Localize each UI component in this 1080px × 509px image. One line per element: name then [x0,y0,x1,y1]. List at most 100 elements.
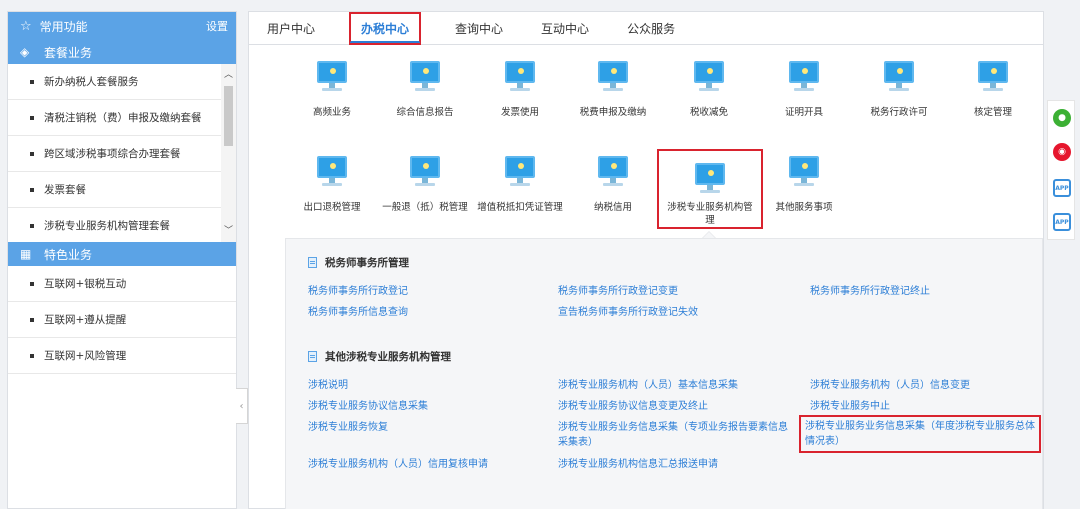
service-other[interactable]: 其他服务事项 [758,140,850,230]
service-export-refund[interactable]: 出口退税管理 [286,140,378,230]
service-label: 出口退税管理 [303,202,361,213]
service-assessment[interactable]: 核定管理 [947,45,1039,135]
wechat-icon[interactable]: ● [1053,109,1071,127]
tab-tax-center[interactable]: 办税中心 [349,12,422,45]
link-special-report-info[interactable]: 涉税专业服务业务信息采集（专项业务报告要素信息采集表） [558,420,790,450]
section-title-text: 税务师事务所管理 [325,257,409,269]
service-tax-relief[interactable]: 税收减免 [663,45,755,135]
link-tax-explanation[interactable]: 涉税说明 [308,378,348,393]
link-credit-review[interactable]: 涉税专业服务机构（人员）信用复核申请 [308,457,488,472]
tab-interaction-center[interactable]: 互动中心 [537,18,593,39]
left-sidebar: ☆ 常用功能 设置 ◈ 套餐业务 新办纳税人套餐服务 清税注销税（费）申报及缴纳… [7,11,237,509]
sidebar-item-cross-region[interactable]: 跨区域涉税事项综合办理套餐 [8,136,223,172]
sidebar-item-label: 跨区域涉税事项综合办理套餐 [44,148,181,160]
app-icon[interactable]: APP [1053,179,1071,197]
tab-public-service[interactable]: 公众服务 [623,18,679,39]
link-firm-registration[interactable]: 税务师事务所行政登记 [308,284,408,299]
service-admin-license[interactable]: 税务行政许可 [853,45,945,135]
bullet [30,223,34,228]
floating-toolbar: ● ◉ APP APP [1047,100,1075,240]
link-agreement-change[interactable]: 涉税专业服务协议信息变更及终止 [558,399,708,414]
chevron-down-icon[interactable]: ﹀ [221,224,236,238]
monitor-icon [408,154,442,188]
link-annual-overview-info[interactable]: 涉税专业服务业务信息采集（年度涉税专业服务总体情况表） [799,415,1041,453]
bullet [30,281,34,286]
service-certificate[interactable]: 证明开具 [758,45,850,135]
tab-user-center[interactable]: 用户中心 [263,18,319,39]
sidebar-item-deregistration[interactable]: 清税注销税（费）申报及缴纳套餐 [8,100,223,136]
sidebar-item-label: 新办纳税人套餐服务 [44,76,139,88]
chevron-up-icon[interactable]: ︿ [221,68,236,82]
service-label: 证明开具 [784,107,823,118]
service-tax-filing[interactable]: 税费申报及缴纳 [567,45,659,135]
bullet [30,353,34,358]
package-icon: ◈ [20,45,30,59]
submenu-panel: 税务师事务所管理 税务师事务所行政登记 税务师事务所行政登记变更 税务师事务所行… [285,238,1043,509]
service-vat-deduction[interactable]: 增值税抵扣凭证管理 [474,140,566,230]
service-label: 高频业务 [312,107,351,118]
link-agreement-info[interactable]: 涉税专业服务协议信息采集 [308,399,428,414]
settings-link[interactable]: 设置 [206,18,228,34]
package-scrollbar[interactable]: ︿ ﹀ [221,64,236,242]
monitor-icon [882,59,916,93]
section-title-text: 其他涉税专业服务机构管理 [325,351,451,363]
sidebar-item-risk[interactable]: 互联网+风险管理 [8,338,236,374]
link-agency-basic-info[interactable]: 涉税专业服务机构（人员）基本信息采集 [558,378,738,393]
app-icon[interactable]: APP [1053,213,1071,231]
sidebar-item-compliance[interactable]: 互联网+遵从提醒 [8,302,236,338]
package-list: 新办纳税人套餐服务 清税注销税（费）申报及缴纳套餐 跨区域涉税事项综合办理套餐 … [8,64,236,242]
monitor-icon [503,59,537,93]
service-label: 核定管理 [973,107,1012,118]
main-panel: 用户中心 办税中心 查询中心 互动中心 公众服务 高频业务 综合信息报告 发票使… [248,11,1044,509]
sidebar-item-invoice[interactable]: 发票套餐 [8,172,223,208]
service-label: 涉税专业服务机构管理 [667,202,753,226]
sidebar-item-new-taxpayer[interactable]: 新办纳税人套餐服务 [8,64,223,100]
grid-icon: ▦ [20,247,32,261]
bullet [30,187,34,192]
service-info-report[interactable]: 综合信息报告 [379,45,471,135]
section-title-cpa-firm: 税务师事务所管理 [308,255,409,270]
link-agency-info-change[interactable]: 涉税专业服务机构（人员）信息变更 [810,378,970,393]
monitor-icon [596,59,630,93]
service-high-frequency[interactable]: 高频业务 [286,45,378,135]
document-icon [308,257,317,268]
sidebar-item-label: 发票套餐 [44,184,86,196]
link-firm-registration-change[interactable]: 税务师事务所行政登记变更 [558,284,678,299]
monitor-icon [503,154,537,188]
service-label: 税务行政许可 [870,107,928,118]
sidebar-item-agency-mgmt[interactable]: 涉税专业服务机构管理套餐 [8,208,223,242]
service-agency-management[interactable]: 涉税专业服务机构管理 [657,149,763,229]
monitor-icon [315,59,349,93]
service-label: 纳税信用 [593,202,632,213]
scroll-thumb[interactable] [224,86,233,146]
monitor-icon [976,59,1010,93]
service-label: 发票使用 [500,107,539,118]
service-tax-credit[interactable]: 纳税信用 [567,140,659,230]
service-label: 其他服务事项 [775,202,833,213]
bullet [30,317,34,322]
sidebar-item-label: 涉税专业服务机构管理套餐 [44,220,170,232]
link-service-suspension[interactable]: 涉税专业服务中止 [810,399,890,414]
service-invoice-use[interactable]: 发票使用 [474,45,566,135]
link-service-resumption[interactable]: 涉税专业服务恢复 [308,420,388,435]
link-firm-info-query[interactable]: 税务师事务所信息查询 [308,305,408,320]
monitor-icon [787,154,821,188]
collapse-sidebar-button[interactable]: ‹ [236,388,248,424]
link-firm-registration-termination[interactable]: 税务师事务所行政登记终止 [810,284,930,299]
bullet [30,79,34,84]
tab-query-center[interactable]: 查询中心 [451,18,507,39]
sidebar-item-bank-tax[interactable]: 互联网+银税互动 [8,266,236,302]
favorites-header: ☆ 常用功能 设置 [8,12,236,40]
document-icon [308,351,317,362]
sidebar-item-label: 互联网+风险管理 [44,350,127,362]
service-general-refund[interactable]: 一般退（抵）税管理 [379,140,471,230]
link-info-summary-report[interactable]: 涉税专业服务机构信息汇总报送申请 [558,457,718,472]
service-label: 综合信息报告 [396,107,454,118]
weibo-icon[interactable]: ◉ [1053,143,1071,161]
monitor-icon [693,161,727,193]
package-services-header[interactable]: ◈ 套餐业务 [8,40,236,64]
sidebar-item-label: 清税注销税（费）申报及缴纳套餐 [44,112,202,124]
link-firm-registration-invalid[interactable]: 宣告税务师事务所行政登记失效 [558,305,698,320]
featured-services-title: 特色业务 [44,247,93,262]
featured-services-header[interactable]: ▦ 特色业务 [8,242,236,266]
